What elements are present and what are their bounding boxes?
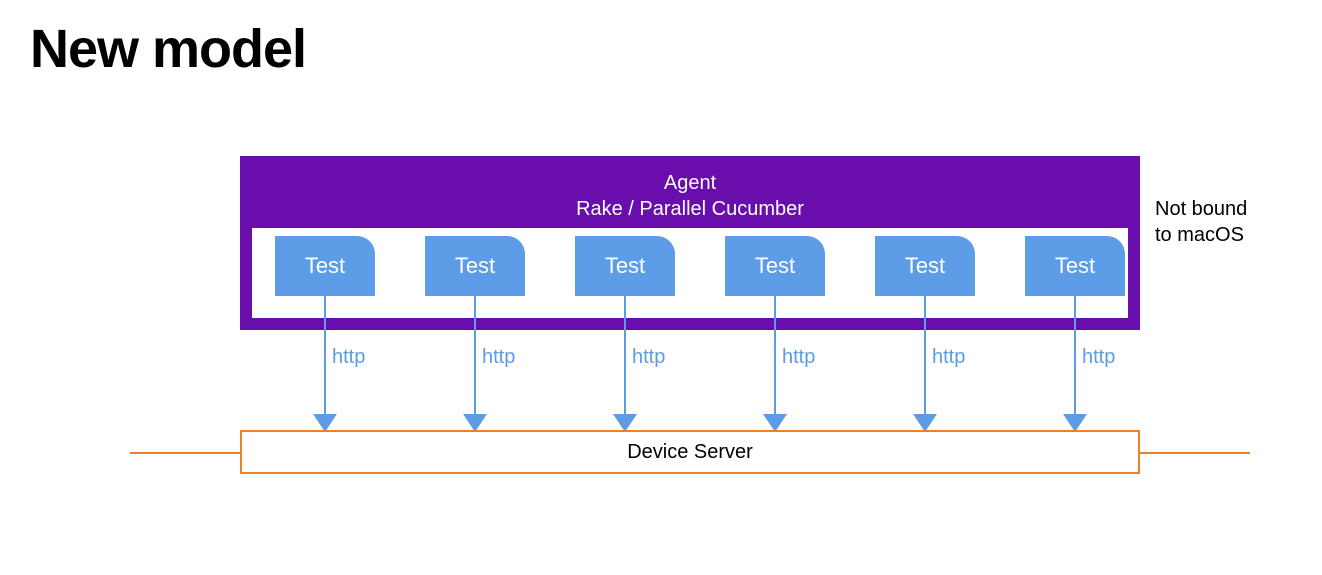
- connection-label: http: [632, 346, 665, 369]
- arrow-line: [324, 296, 326, 414]
- connection-label: http: [482, 346, 515, 369]
- arrow-line: [924, 296, 926, 414]
- note-line1: Not bound: [1155, 198, 1247, 220]
- agent-label-line1: Agent: [664, 172, 716, 194]
- arrow-line: [774, 296, 776, 414]
- connection-label: http: [1082, 346, 1115, 369]
- agent-inner-box: [252, 228, 1128, 318]
- slide-title: New model: [30, 18, 306, 80]
- note: Not bound to macOS: [1155, 196, 1295, 248]
- connection-label: http: [332, 346, 365, 369]
- agent-container: Agent Rake / Parallel Cucumber: [240, 156, 1140, 330]
- note-line2: to macOS: [1155, 224, 1244, 246]
- slide: New model Agent Rake / Parallel Cucumber…: [0, 0, 1322, 575]
- test-box: Test: [425, 236, 525, 296]
- connection-label: http: [932, 346, 965, 369]
- agent-label: Agent Rake / Parallel Cucumber: [240, 170, 1140, 222]
- connection-label: http: [782, 346, 815, 369]
- arrow-line: [474, 296, 476, 414]
- device-side-line-left: [130, 452, 240, 454]
- device-side-line-right: [1140, 452, 1250, 454]
- test-box: Test: [575, 236, 675, 296]
- test-box: Test: [725, 236, 825, 296]
- device-server-box: Device Server: [240, 430, 1140, 474]
- test-box: Test: [875, 236, 975, 296]
- test-box: Test: [1025, 236, 1125, 296]
- arrow-line: [1074, 296, 1076, 414]
- agent-label-line2: Rake / Parallel Cucumber: [576, 198, 804, 220]
- test-box: Test: [275, 236, 375, 296]
- arrow-line: [624, 296, 626, 414]
